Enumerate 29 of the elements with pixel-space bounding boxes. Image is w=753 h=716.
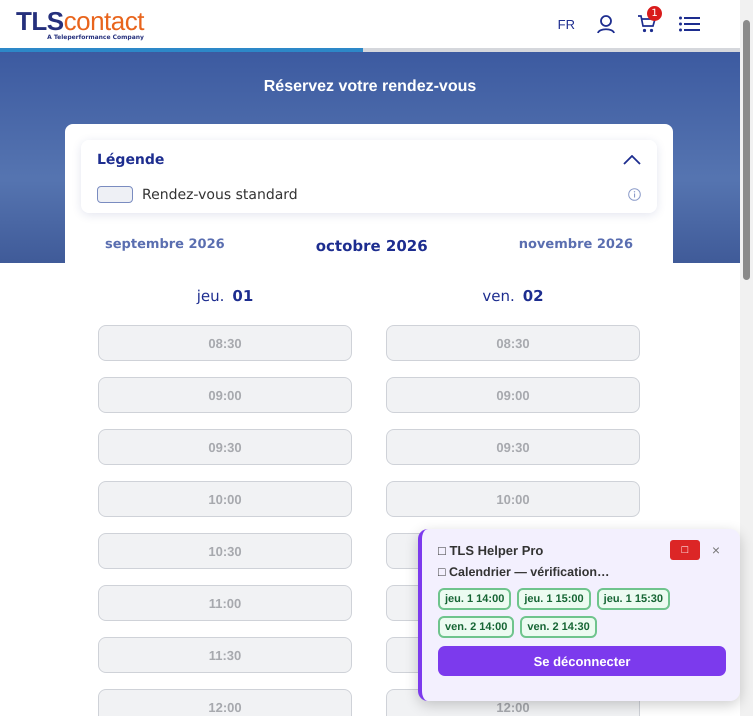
chevron-icon[interactable] [623, 155, 641, 165]
weekday-label: ven. [482, 287, 515, 305]
logout-button[interactable]: Se déconnecter [438, 646, 726, 676]
menu-icon[interactable] [679, 16, 700, 32]
available-slot-chip[interactable]: ven. 2 14:30 [520, 616, 597, 638]
available-slot-chip[interactable]: jeu. 1 15:30 [596, 588, 670, 610]
legend-title: Légende [97, 152, 164, 168]
helper-status: □ Calendrier — vérification… [438, 565, 610, 579]
legend-label: Rendez-vous standard [142, 186, 299, 202]
day-number: 02 [522, 287, 544, 305]
available-slot-chip[interactable]: jeu. 1 15:00 [517, 588, 591, 610]
helper-title: □ TLS Helper Pro [438, 542, 544, 558]
info-icon[interactable] [628, 188, 641, 201]
scrollbar[interactable] [740, 0, 753, 716]
month-tab[interactable]: septembre 2026 [105, 237, 225, 255]
day-number: 01 [232, 287, 254, 305]
month-tab[interactable]: octobre 2026 [316, 237, 428, 255]
cart-count-badge: 1 [647, 6, 662, 21]
legend-swatch [97, 186, 133, 203]
close-button[interactable]: × [706, 541, 726, 559]
language-selector[interactable]: FR [558, 16, 575, 32]
month-tab[interactable]: novembre 2026 [518, 237, 633, 255]
user-icon[interactable] [597, 14, 615, 34]
cart-icon[interactable] [637, 14, 657, 34]
weekday-label: jeu. [196, 287, 224, 305]
page-title: Réservez votre rendez-vous [264, 78, 476, 96]
available-slot-chip[interactable]: jeu. 1 14:00 [438, 588, 512, 610]
available-slot-chip[interactable]: ven. 2 14:00 [438, 616, 514, 638]
stop-button[interactable]: □ [670, 540, 700, 560]
